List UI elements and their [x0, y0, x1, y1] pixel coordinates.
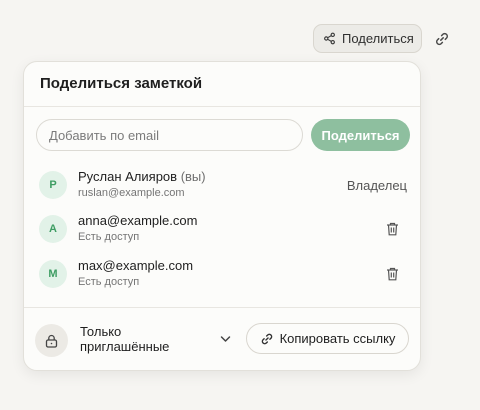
invite-share-button[interactable]: Поделиться [311, 119, 410, 151]
chevron-down-icon [220, 336, 231, 342]
member-status: Есть доступ [78, 231, 140, 243]
share-button-label: Поделиться [342, 31, 414, 46]
member-name-text: Руслан Алияров [78, 169, 178, 184]
trash-icon [386, 267, 398, 281]
member-email: ruslan@example.com [78, 187, 185, 199]
member-status: Есть доступ [78, 276, 140, 288]
member-name: max@example.com [78, 258, 194, 273]
remove-member-button[interactable] [384, 221, 400, 237]
panel-title: Поделиться заметкой [40, 75, 203, 92]
share-button[interactable]: Поделиться [313, 24, 422, 53]
access-icon-box [35, 324, 68, 357]
link-icon [435, 32, 448, 45]
avatar: Р [39, 171, 67, 199]
trash-icon [386, 222, 398, 236]
access-level-select[interactable]: Только приглашённые [80, 324, 240, 358]
email-input[interactable] [36, 119, 303, 151]
share-panel: Поделиться заметкой Поделиться Р Руслан … [23, 61, 421, 371]
share-icon [324, 32, 335, 45]
avatar: A [39, 215, 67, 243]
copy-link-label: Копировать ссылку [279, 331, 396, 346]
you-tag: (вы) [180, 169, 206, 184]
divider [24, 307, 420, 308]
remove-member-button[interactable] [384, 266, 400, 282]
avatar: M [39, 260, 67, 288]
copy-link-button[interactable]: Копировать ссылку [246, 323, 409, 354]
member-row: Р Руслан Алияров (вы) ruslan@example.com… [24, 166, 422, 206]
member-name: anna@example.com [78, 213, 198, 228]
divider [24, 106, 420, 107]
member-row: M max@example.com Есть доступ [24, 255, 422, 295]
copy-link-icon-button[interactable] [432, 29, 451, 48]
lock-icon [45, 334, 58, 348]
link-icon [260, 332, 274, 346]
access-level-label: Только приглашённые [80, 324, 170, 354]
member-row: A anna@example.com Есть доступ [24, 210, 422, 250]
role-label: Владелец [346, 178, 407, 193]
member-name: Руслан Алияров (вы) [78, 169, 206, 184]
